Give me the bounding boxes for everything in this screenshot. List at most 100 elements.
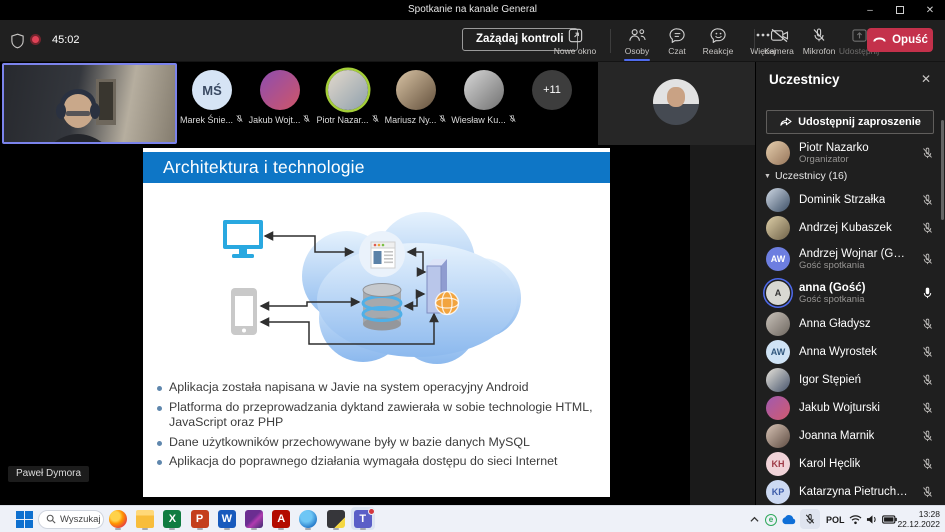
taskbar-app-thunderbird[interactable] bbox=[296, 507, 320, 530]
avatar-photo bbox=[766, 312, 790, 336]
bullet-text: Platforma do przeprowadzania dyktand zaw… bbox=[169, 400, 601, 431]
attendee-row[interactable]: Aanna (Gość)Gość spotkania bbox=[756, 276, 945, 310]
attendee-row[interactable]: Dominik Strzałka bbox=[756, 186, 945, 214]
device-kamera[interactable]: Kamera bbox=[759, 20, 799, 62]
powerpoint-icon: P bbox=[191, 510, 209, 528]
notification-badge bbox=[368, 508, 375, 515]
firefox-icon bbox=[109, 510, 127, 528]
taskbar-app-powerpoint[interactable]: P bbox=[188, 507, 212, 530]
tab-label: Czat bbox=[668, 46, 685, 56]
participant-name: Mariusz Ny... bbox=[385, 115, 437, 125]
word-icon: W bbox=[218, 510, 236, 528]
attendee-row[interactable]: Andrzej Kubaszek bbox=[756, 214, 945, 242]
search-label: Wyszukaj bbox=[60, 514, 101, 525]
maximize-button[interactable] bbox=[885, 0, 915, 20]
taskbar-search[interactable]: Wyszukaj bbox=[38, 510, 104, 529]
stage-right-column bbox=[690, 145, 755, 505]
taskbar-app-notes[interactable] bbox=[324, 507, 348, 530]
overflow-count-tile[interactable]: +11 bbox=[518, 70, 586, 110]
avatar-initials: KP bbox=[766, 480, 790, 504]
self-video-tile[interactable] bbox=[2, 63, 177, 144]
tray-mic-muted-button[interactable] bbox=[800, 509, 820, 529]
avatar-photo bbox=[260, 70, 300, 110]
attendees-section-header[interactable]: ▼ Uczestnicy (16) bbox=[764, 170, 847, 182]
toolbar-tab-strip: Nowe oknoOsobyCzatReakcjeWięcej bbox=[544, 20, 785, 62]
tray-clock[interactable]: 13:28 22.12.2022 bbox=[897, 509, 940, 529]
thumb-label: Jakub Wojt... bbox=[249, 114, 312, 125]
filmstrip-thumb[interactable]: Jakub Wojt... bbox=[246, 70, 314, 125]
start-button[interactable] bbox=[16, 511, 34, 528]
tab-osoby[interactable]: Osoby bbox=[615, 20, 659, 62]
attendee-row[interactable]: Joanna Marnik bbox=[756, 422, 945, 450]
toolbar-device-strip: Kamera MikrofonUdostępnij bbox=[750, 20, 879, 62]
tab-czat[interactable]: Czat bbox=[659, 20, 695, 62]
bullet-item: Aplikacja została napisana w Javie na sy… bbox=[157, 380, 601, 396]
people-icon bbox=[628, 26, 647, 44]
new-window-icon bbox=[567, 26, 584, 44]
attendee-row[interactable]: Anna Gładysz bbox=[756, 310, 945, 338]
web-page-icon bbox=[359, 231, 405, 277]
attendee-row[interactable]: Jakub Wojturski bbox=[756, 394, 945, 422]
avatar-photo bbox=[766, 368, 790, 392]
filmstrip-thumb[interactable]: Wiesław Ku... bbox=[450, 70, 518, 125]
taskbar-app-teams[interactable]: T bbox=[351, 507, 375, 530]
wifi-icon[interactable] bbox=[849, 506, 862, 532]
attendee-row[interactable]: AWAndrzej Wojnar (Gość)Gość spotkania bbox=[756, 242, 945, 276]
panel-close-button[interactable]: ✕ bbox=[917, 70, 935, 88]
mic-muted-icon bbox=[921, 486, 934, 499]
taskbar-app-firefox[interactable] bbox=[106, 507, 130, 530]
participant-name: Andrzej Wojnar (Gość) bbox=[799, 248, 911, 260]
taskbar-app-acrobat[interactable]: A bbox=[269, 507, 293, 530]
filmstrip-thumb[interactable]: Piotr Nazar... bbox=[314, 70, 382, 125]
window-title: Spotkanie na kanale General bbox=[0, 0, 945, 20]
participant-texts: Karol Hęclik bbox=[799, 458, 860, 470]
attendee-row[interactable]: Igor Stępień bbox=[756, 366, 945, 394]
tray-chevron-icon[interactable] bbox=[750, 506, 759, 532]
participant-name: Igor Stępień bbox=[799, 374, 861, 386]
tab-nowe-okno[interactable]: Nowe okno bbox=[544, 20, 606, 62]
device-mikrofon[interactable]: Mikrofon bbox=[799, 20, 839, 62]
share-invite-label: Udostępnij zaproszenie bbox=[798, 116, 921, 128]
organizer-row[interactable]: Piotr NazarkoOrganizator bbox=[756, 138, 945, 168]
taskbar-app-media[interactable] bbox=[242, 507, 266, 530]
mic-muted-icon bbox=[921, 374, 934, 387]
tray-language-indicator[interactable]: POL bbox=[826, 506, 845, 532]
participant-texts: Jakub Wojturski bbox=[799, 402, 880, 414]
mic-muted-icon bbox=[921, 402, 934, 415]
minimize-button[interactable]: – bbox=[855, 0, 885, 20]
participant-name: Dominik Strzałka bbox=[799, 194, 885, 206]
participant-name: Jakub Wojturski bbox=[799, 402, 880, 414]
share-invite-button[interactable]: Udostępnij zaproszenie bbox=[766, 110, 934, 134]
avatar-photo bbox=[766, 188, 790, 212]
tray-onedrive-icon[interactable] bbox=[781, 506, 796, 532]
monitor-icon bbox=[223, 220, 263, 258]
taskbar-app-explorer[interactable] bbox=[133, 507, 157, 530]
taskbar-app-word[interactable]: W bbox=[215, 507, 239, 530]
participant-video-tile[interactable] bbox=[598, 62, 755, 145]
panel-title: Uczestnicy bbox=[769, 72, 840, 87]
avatar-initials: MŚ bbox=[192, 70, 232, 110]
filmstrip-thumb[interactable]: MŚMarek Śnie... bbox=[178, 70, 246, 125]
taskbar-app-excel[interactable]: X bbox=[160, 507, 184, 530]
close-button[interactable]: ✕ bbox=[915, 0, 945, 20]
chevron-down-icon: ▼ bbox=[764, 173, 771, 180]
filmstrip-thumb[interactable]: Mariusz Ny... bbox=[382, 70, 450, 125]
panel-scrollbar[interactable] bbox=[941, 120, 944, 220]
notes-icon bbox=[327, 510, 345, 528]
smartphone-icon bbox=[231, 288, 257, 335]
bullet-dot bbox=[157, 460, 162, 465]
battery-icon[interactable] bbox=[882, 506, 897, 532]
mic-muted-icon bbox=[921, 222, 934, 235]
attendee-row[interactable]: AWAnna Wyrostek bbox=[756, 338, 945, 366]
attendee-row[interactable]: KPKatarzyna Pietrucha-Urbanik bbox=[756, 478, 945, 505]
tab-reakcje[interactable]: Reakcje bbox=[695, 20, 741, 62]
speaker-icon[interactable] bbox=[866, 506, 878, 532]
cloud-shape bbox=[302, 212, 521, 364]
avatar-initials: KH bbox=[766, 452, 790, 476]
mic-muted-icon bbox=[921, 147, 934, 160]
excel-icon: X bbox=[163, 510, 181, 528]
attendee-row[interactable]: KH Karol Hęclik bbox=[756, 450, 945, 478]
tray-antivirus-icon[interactable]: e bbox=[765, 506, 777, 532]
leave-button[interactable]: Opuść bbox=[867, 28, 933, 52]
mic-muted-icon bbox=[235, 114, 244, 125]
